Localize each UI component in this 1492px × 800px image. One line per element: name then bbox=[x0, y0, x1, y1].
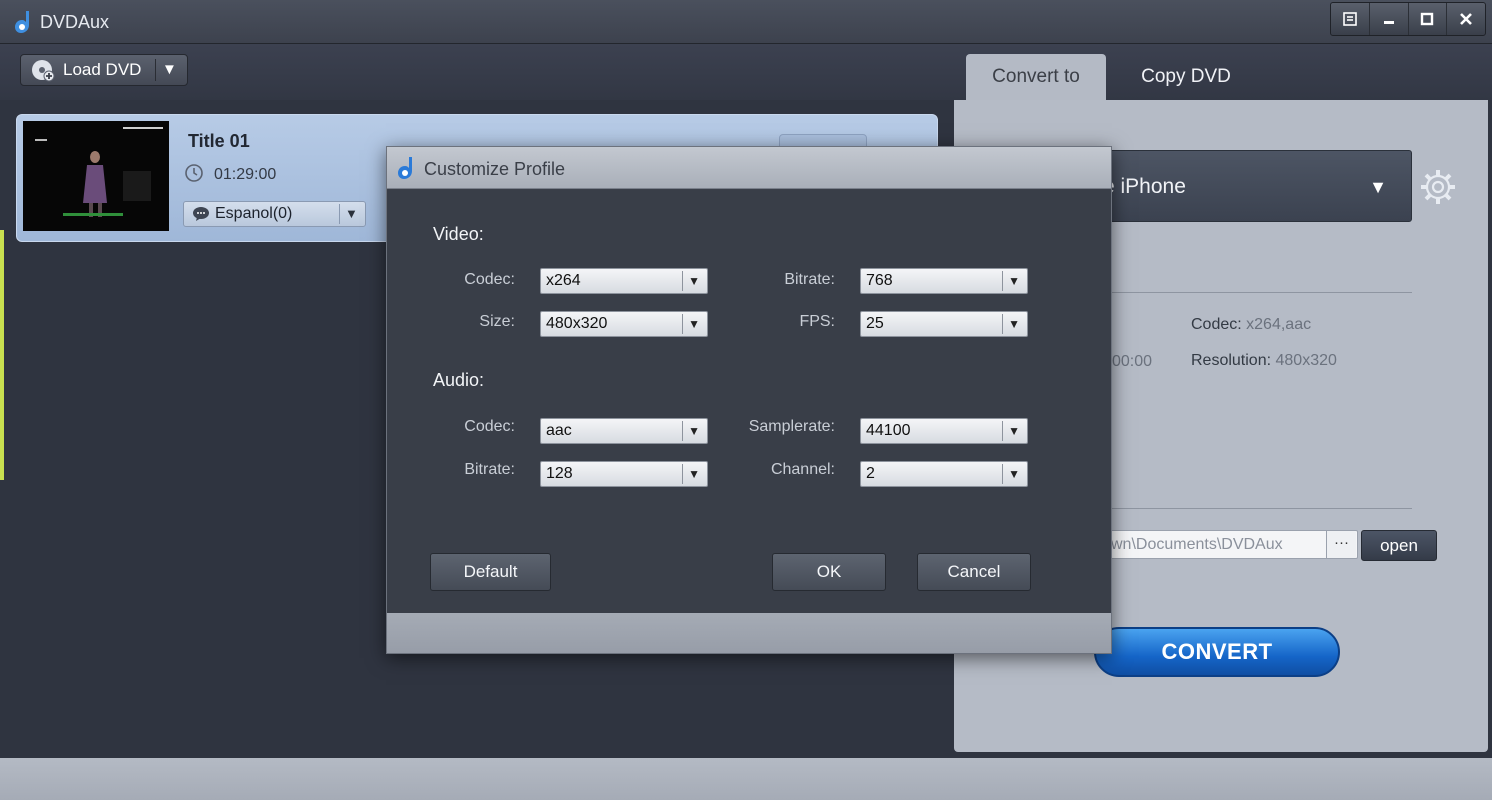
resolution-info-value: 480x320 bbox=[1275, 352, 1337, 369]
profile-value: e iPhone bbox=[1103, 175, 1186, 198]
chevron-down-icon: ▼ bbox=[1008, 317, 1020, 331]
output-path-field[interactable]: wn\Documents\DVDAux bbox=[1104, 530, 1358, 559]
app-title: DVDAux bbox=[40, 12, 110, 32]
status-bar bbox=[0, 758, 1492, 800]
customize-profile-dialog: Customize Profile Video: Codec: x264 ▼ B… bbox=[386, 146, 1112, 654]
select-divider bbox=[682, 271, 683, 291]
dialog-footer bbox=[387, 613, 1111, 653]
window-controls bbox=[1330, 2, 1486, 36]
audio-bitrate-value: 128 bbox=[546, 465, 573, 482]
select-divider bbox=[1002, 314, 1003, 334]
chevron-down-icon: ▼ bbox=[1008, 424, 1020, 438]
divider-line bbox=[1094, 508, 1412, 509]
dialog-title-bar[interactable]: Customize Profile bbox=[387, 147, 1111, 189]
profile-select[interactable]: e iPhone ▼ bbox=[1102, 150, 1412, 222]
video-size-label: Size: bbox=[479, 313, 515, 330]
dvdaux-logo-icon bbox=[15, 11, 29, 33]
toolbar: Load DVD ▼ bbox=[0, 44, 1492, 100]
video-section-label: Video: bbox=[433, 224, 484, 244]
audio-codec-select[interactable]: aac ▼ bbox=[540, 418, 708, 444]
video-size-value: 480x320 bbox=[546, 315, 608, 332]
audio-samplerate-label: Samplerate: bbox=[748, 418, 835, 435]
video-codec-select[interactable]: x264 ▼ bbox=[540, 268, 708, 294]
chevron-down-icon: ▼ bbox=[345, 206, 358, 221]
load-dvd-dropdown-arrow[interactable]: ▼ bbox=[162, 61, 177, 78]
audio-channel-label: Channel: bbox=[770, 461, 835, 478]
resolution-info-label: Resolution: bbox=[1191, 352, 1272, 369]
gear-icon[interactable] bbox=[1419, 168, 1457, 206]
disc-add-icon bbox=[32, 60, 55, 82]
select-divider bbox=[1002, 464, 1003, 484]
video-codec-value: x264 bbox=[546, 272, 581, 289]
video-fps-select[interactable]: 25 ▼ bbox=[860, 311, 1028, 337]
video-bitrate-select[interactable]: 768 ▼ bbox=[860, 268, 1028, 294]
codec-info-value: x264,aac bbox=[1246, 316, 1312, 333]
chevron-down-icon: ▼ bbox=[688, 424, 700, 438]
video-codec-label: Codec: bbox=[464, 271, 515, 288]
select-divider bbox=[682, 421, 683, 441]
duration-info-fragment: 00:00 bbox=[1112, 353, 1153, 370]
title-bar: DVDAux bbox=[0, 0, 1492, 44]
convert-button[interactable]: CONVERT bbox=[1094, 627, 1340, 677]
chevron-down-icon: ▼ bbox=[1369, 177, 1387, 197]
window-edge bbox=[0, 230, 4, 480]
select-divider bbox=[1002, 271, 1003, 291]
chevron-down-icon: ▼ bbox=[688, 274, 700, 288]
audio-bitrate-select[interactable]: 128 ▼ bbox=[540, 461, 708, 487]
dvdaux-logo-icon bbox=[398, 157, 412, 179]
title-name: Title 01 bbox=[188, 131, 250, 151]
video-bitrate-label: Bitrate: bbox=[784, 271, 835, 288]
divider-line bbox=[1094, 292, 1412, 293]
audio-samplerate-select[interactable]: 44100 ▼ bbox=[860, 418, 1028, 444]
chevron-down-icon: ▼ bbox=[688, 317, 700, 331]
audio-codec-value: aac bbox=[546, 422, 572, 439]
button-divider bbox=[155, 59, 156, 81]
clock-icon bbox=[185, 164, 203, 182]
chevron-down-icon: ▼ bbox=[1008, 274, 1020, 288]
codec-info: Codec: x264,aac bbox=[1191, 316, 1311, 334]
dialog-body: Video: Codec: x264 ▼ Bitrate: 768 ▼ Size… bbox=[387, 190, 1111, 613]
select-divider bbox=[682, 464, 683, 484]
menu-icon[interactable] bbox=[1331, 3, 1370, 35]
video-bitrate-value: 768 bbox=[866, 272, 893, 289]
audio-codec-label: Codec: bbox=[464, 418, 515, 435]
audio-bitrate-label: Bitrate: bbox=[464, 461, 515, 478]
maximize-icon[interactable] bbox=[1409, 3, 1448, 35]
codec-info-label: Codec: bbox=[1191, 316, 1242, 333]
dialog-title: Customize Profile bbox=[424, 159, 566, 179]
audio-section-label: Audio: bbox=[433, 370, 485, 390]
subtitle-select[interactable]: Espanol(0) ▼ bbox=[183, 201, 366, 227]
load-dvd-button[interactable]: Load DVD ▼ bbox=[20, 54, 188, 86]
minimize-icon[interactable] bbox=[1370, 3, 1409, 35]
close-icon[interactable] bbox=[1447, 3, 1485, 35]
title-duration: 01:29:00 bbox=[214, 166, 277, 183]
audio-samplerate-value: 44100 bbox=[866, 422, 911, 439]
load-dvd-label: Load DVD bbox=[63, 60, 142, 79]
resolution-info: Resolution: 480x320 bbox=[1191, 352, 1337, 370]
tab-copy-dvd[interactable]: Copy DVD bbox=[1116, 54, 1256, 100]
video-fps-label: FPS: bbox=[799, 313, 835, 330]
audio-channel-select[interactable]: 2 ▼ bbox=[860, 461, 1028, 487]
default-button[interactable]: Default bbox=[430, 553, 551, 591]
select-divider bbox=[1002, 421, 1003, 441]
browse-button[interactable]: ··· bbox=[1326, 531, 1356, 558]
ok-button[interactable]: OK bbox=[772, 553, 886, 591]
video-size-select[interactable]: 480x320 ▼ bbox=[540, 311, 708, 337]
tab-convert-to[interactable]: Convert to bbox=[966, 54, 1106, 100]
cancel-button[interactable]: Cancel bbox=[917, 553, 1031, 591]
audio-channel-value: 2 bbox=[866, 465, 875, 482]
subtitle-value: Espanol(0) bbox=[215, 205, 293, 222]
speech-bubble-icon bbox=[193, 207, 209, 221]
chevron-down-icon: ▼ bbox=[1008, 467, 1020, 481]
select-divider bbox=[682, 314, 683, 334]
open-folder-button[interactable]: open bbox=[1361, 530, 1437, 561]
video-fps-value: 25 bbox=[866, 315, 884, 332]
video-thumbnail bbox=[23, 121, 169, 231]
chevron-down-icon: ▼ bbox=[688, 467, 700, 481]
select-divider bbox=[339, 204, 340, 224]
